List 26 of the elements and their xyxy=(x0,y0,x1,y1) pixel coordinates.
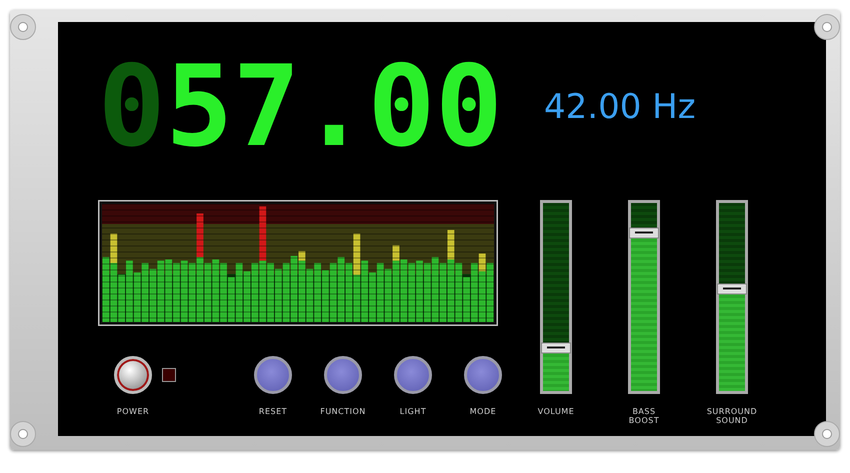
segment-digit: . xyxy=(300,51,368,163)
power-button[interactable] xyxy=(114,356,152,394)
slider-label: SURROUND SOUND xyxy=(706,408,758,426)
slider-label: VOLUME xyxy=(538,408,574,417)
button-label: RESET xyxy=(258,408,288,417)
slider-track[interactable] xyxy=(628,200,660,394)
segment-digit: 0 xyxy=(368,51,436,163)
button-label: FUNCTION xyxy=(320,408,366,417)
slider-thumb[interactable] xyxy=(629,228,659,239)
power-label: POWER xyxy=(116,408,150,417)
button-label: LIGHT xyxy=(400,408,426,417)
slider-thumb[interactable] xyxy=(717,284,747,295)
button-label: MODE xyxy=(470,408,496,417)
slider-track[interactable] xyxy=(716,200,748,394)
segment-digit: 0 xyxy=(98,51,166,163)
round-button[interactable] xyxy=(254,356,292,394)
segment-digit: 0 xyxy=(435,51,503,163)
slider-thumb[interactable] xyxy=(541,342,571,354)
round-button[interactable] xyxy=(464,356,502,394)
round-button[interactable] xyxy=(324,356,362,394)
segment-digit: 5 xyxy=(165,51,233,163)
frequency-readout: 42.00 Hz xyxy=(543,86,697,129)
slider-track[interactable] xyxy=(540,200,572,394)
segment-digit: 7 xyxy=(232,51,300,163)
round-button[interactable] xyxy=(394,356,432,394)
slider-label: BASS BOOST xyxy=(628,408,660,426)
